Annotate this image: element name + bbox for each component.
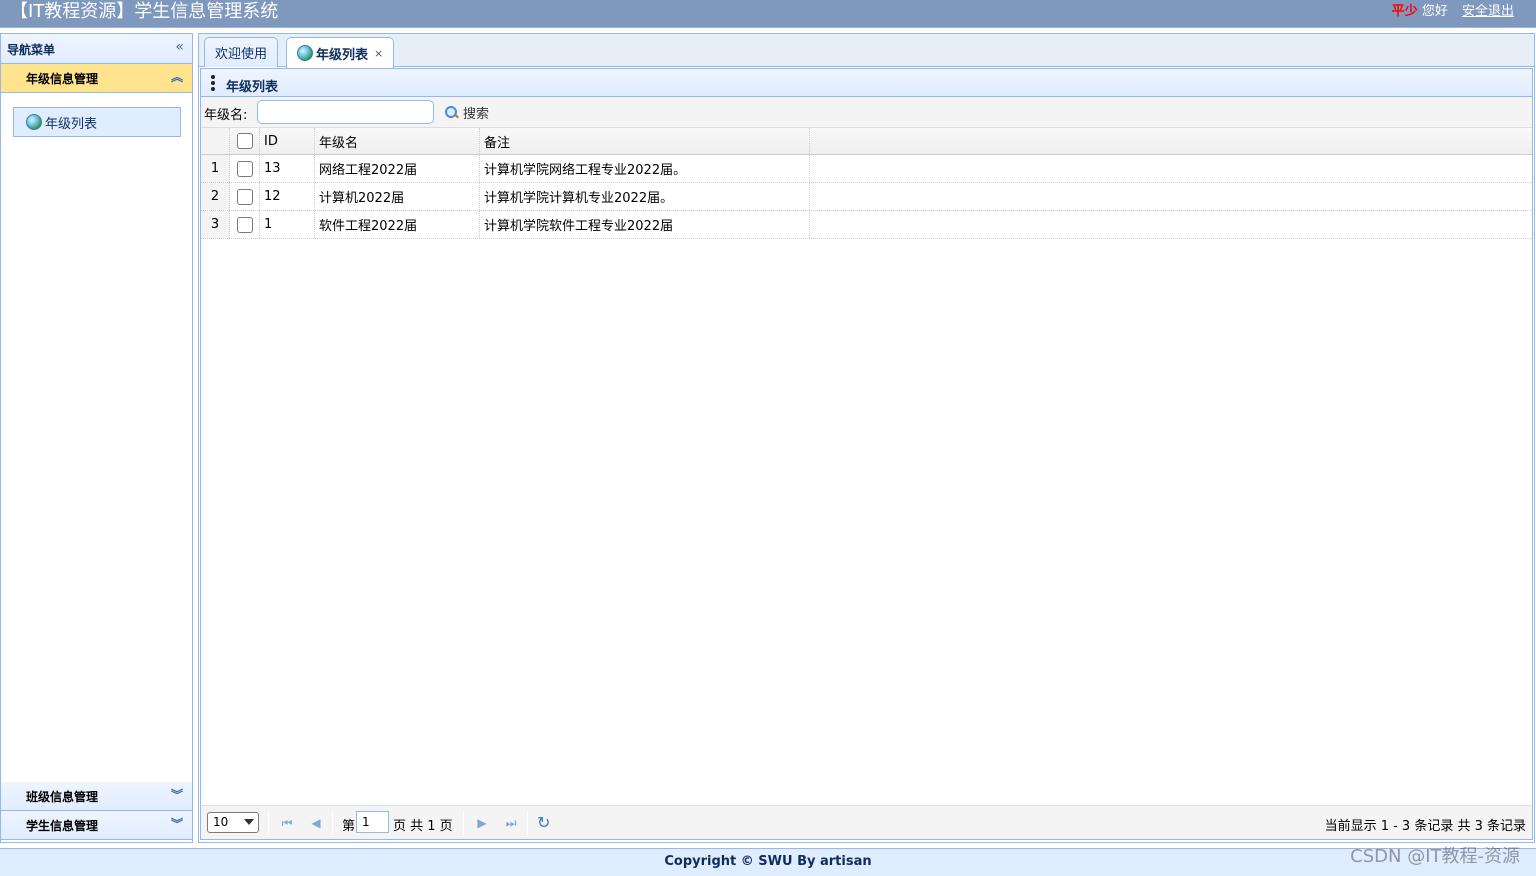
cell-grade-name: 软件工程2022届 — [315, 211, 480, 238]
accordion-grade-management[interactable]: 年级信息管理 ︽ — [1, 64, 192, 93]
main-content: 欢迎使用 年级列表 × 年级列表 年级名: 搜索 ID 年级名 备注 1 13 … — [198, 33, 1535, 843]
refresh-icon[interactable]: ↻ — [537, 813, 550, 832]
nav-panel: 导航菜单 « 年级信息管理 ︽ 年级列表 班级信息管理 ︾ 学生信息管理 ︾ — [0, 33, 193, 843]
tab-grade-list[interactable]: 年级列表 × — [286, 37, 395, 68]
search-button-label: 搜索 — [463, 107, 490, 122]
accordion-label: 班级信息管理 — [26, 790, 99, 804]
page-prefix: 第 — [342, 819, 356, 834]
row-checkbox-cell — [230, 211, 260, 238]
row-checkbox[interactable] — [236, 160, 253, 177]
column-header-grade-name[interactable]: 年级名 — [315, 128, 480, 154]
username: 平少 — [1391, 4, 1418, 19]
cell-note: 计算机学院网络工程专业2022届。 — [480, 155, 810, 182]
chevron-down-icon — [244, 819, 254, 825]
logout-link[interactable]: 安全退出 — [1462, 4, 1514, 19]
grade-datagrid: ID 年级名 备注 1 13 网络工程2022届 计算机学院网络工程专业2022… — [200, 127, 1533, 805]
nav-panel-header: 导航菜单 « — [1, 34, 192, 64]
search-icon — [445, 106, 458, 119]
globe-icon — [297, 45, 313, 61]
user-bar: 平少 您好 安全退出 — [1392, 3, 1514, 21]
cell-id: 13 — [260, 155, 315, 182]
watermark: CSDN @IT教程-资源 — [1350, 846, 1520, 867]
first-page-icon[interactable]: ⏮ — [279, 815, 295, 831]
column-header-id[interactable]: ID — [260, 128, 315, 154]
select-all-checkbox-cell — [230, 128, 260, 154]
row-checkbox[interactable] — [236, 216, 253, 233]
panel-header: 年级列表 — [200, 68, 1533, 97]
nav-panel-title: 导航菜单 — [7, 43, 56, 57]
accordion-student-management[interactable]: 学生信息管理 ︾ — [1, 811, 192, 840]
panel-title: 年级列表 — [226, 80, 279, 95]
chevron-down-double-icon[interactable]: ︾ — [171, 815, 183, 832]
nav-item-grade-list[interactable]: 年级列表 — [13, 107, 181, 137]
page-total-text: 页 共 1 页 — [393, 819, 453, 834]
close-icon[interactable]: × — [374, 47, 383, 60]
tab-welcome[interactable]: 欢迎使用 — [204, 37, 279, 67]
search-label: 年级名: — [204, 108, 248, 123]
accordion-body-grade: 年级列表 — [1, 93, 192, 782]
table-row[interactable]: 3 1 软件工程2022届 计算机学院软件工程专业2022届 — [201, 211, 1532, 239]
grid-header-row: ID 年级名 备注 — [201, 127, 1532, 155]
pager-info: 当前显示 1 - 3 条记录 共 3 条记录 — [1324, 819, 1526, 834]
row-number: 2 — [201, 183, 230, 210]
chevron-down-double-icon[interactable]: ︾ — [171, 786, 183, 803]
search-toolbar: 年级名: 搜索 — [200, 97, 1533, 127]
row-checkbox-cell — [230, 183, 260, 210]
accordion-class-management[interactable]: 班级信息管理 ︾ — [1, 782, 192, 811]
pager-separator — [268, 811, 269, 835]
globe-icon — [26, 114, 42, 130]
greeting: 您好 — [1421, 4, 1448, 19]
tab-label: 欢迎使用 — [215, 47, 268, 62]
page-size-select[interactable]: 10 — [207, 812, 259, 833]
select-all-checkbox[interactable] — [236, 133, 253, 149]
next-page-icon[interactable]: ▶ — [474, 815, 490, 831]
row-checkbox-cell — [230, 155, 260, 182]
grade-name-search-input[interactable] — [257, 100, 434, 124]
page-size-value: 10 — [213, 815, 229, 829]
row-number: 1 — [201, 155, 230, 182]
rownum-header — [201, 128, 230, 154]
cell-note: 计算机学院软件工程专业2022届 — [480, 211, 810, 238]
chevron-up-double-icon[interactable]: ︽ — [171, 68, 183, 85]
page-number-input[interactable]: 1 — [356, 811, 389, 833]
accordion-label: 学生信息管理 — [26, 819, 99, 833]
pager-separator — [463, 811, 464, 835]
column-header-note[interactable]: 备注 — [480, 128, 810, 154]
app-header: 【IT教程资源】学生信息管理系统 平少 您好 安全退出 — [0, 0, 1536, 28]
cell-id: 12 — [260, 183, 315, 210]
footer: Copyright © SWU By artisan — [0, 848, 1536, 876]
row-number: 3 — [201, 211, 230, 238]
app-title: 【IT教程资源】学生信息管理系统 — [10, 1, 279, 22]
grade-list-panel: 年级列表 年级名: 搜索 ID 年级名 备注 1 13 网络工程2022届 计算… — [200, 68, 1533, 840]
accordion-label: 年级信息管理 — [26, 72, 99, 86]
row-checkbox[interactable] — [236, 188, 253, 205]
table-row[interactable]: 2 12 计算机2022届 计算机学院计算机专业2022届。 — [201, 183, 1532, 211]
search-button[interactable]: 搜索 — [445, 103, 489, 122]
pagination-bar: 10 ⏮ ◀ 第 1 页 共 1 页 ▶ ⏭ ↻ 当前显示 1 - 3 条记录 … — [200, 805, 1533, 840]
cell-id: 1 — [260, 211, 315, 238]
pager-separator — [527, 811, 528, 835]
nav-item-label: 年级列表 — [45, 116, 98, 132]
tab-bar: 欢迎使用 年级列表 × — [199, 34, 1534, 68]
pager-separator — [332, 811, 333, 835]
menu-dots-icon — [211, 75, 215, 93]
prev-page-icon[interactable]: ◀ — [308, 815, 324, 831]
cell-note: 计算机学院计算机专业2022届。 — [480, 183, 810, 210]
cell-grade-name: 计算机2022届 — [315, 183, 480, 210]
cell-grade-name: 网络工程2022届 — [315, 155, 480, 182]
table-row[interactable]: 1 13 网络工程2022届 计算机学院网络工程专业2022届。 — [201, 155, 1532, 183]
last-page-icon[interactable]: ⏭ — [503, 815, 519, 831]
tab-label: 年级列表 — [316, 47, 369, 63]
collapse-double-left-icon[interactable]: « — [175, 39, 184, 55]
